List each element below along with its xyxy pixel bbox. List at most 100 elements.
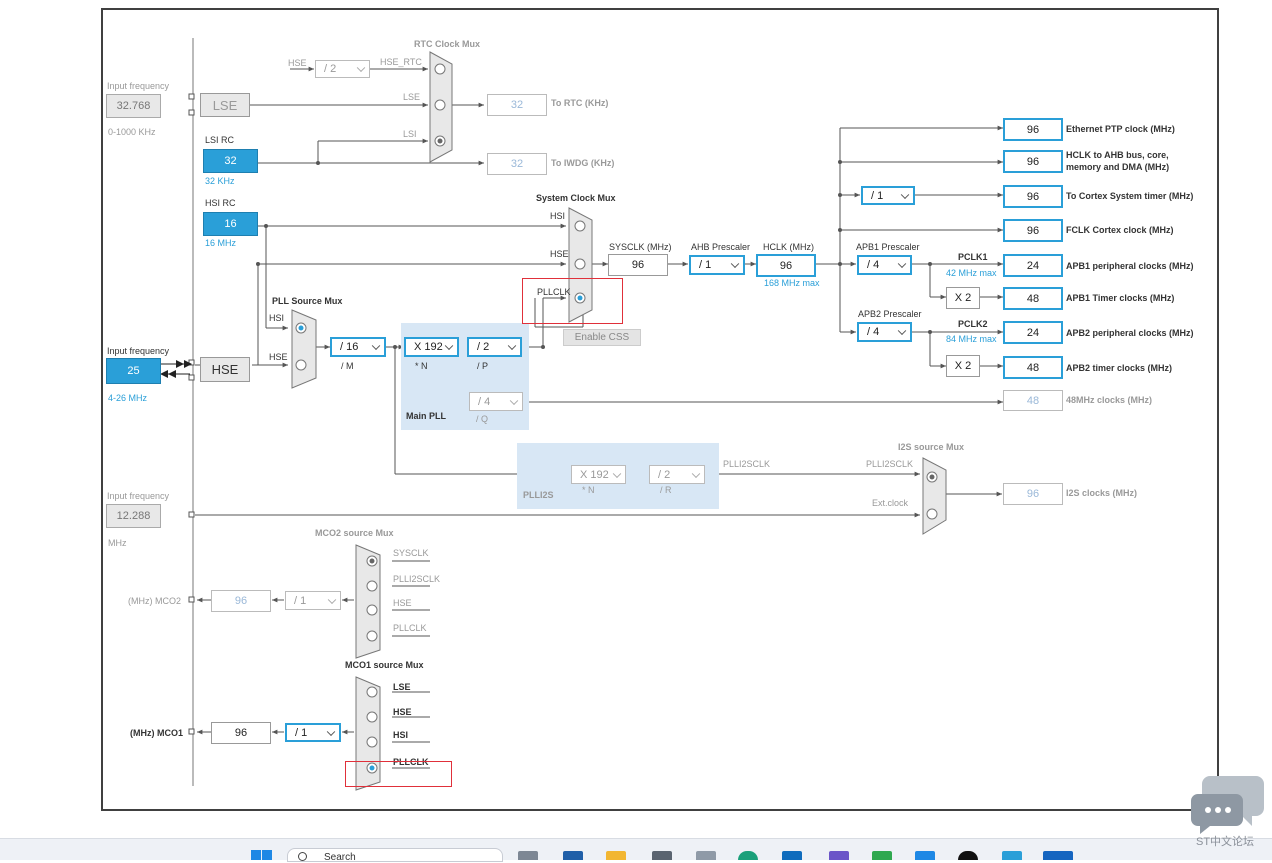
lse-input-range: 0-1000 KHz	[108, 127, 156, 137]
apb1-periph-label: APB1 peripheral clocks (MHz)	[1066, 261, 1194, 271]
cortex-timer-value[interactable]: 96	[1003, 185, 1063, 208]
mco1-mux-title: MCO1 source Mux	[345, 660, 424, 670]
plli2s-out-label: PLLI2SCLK	[723, 459, 771, 469]
rtc-hse-rtc-label: HSE_RTC	[380, 57, 422, 67]
apb1-timer-multiplier: X 2	[946, 287, 980, 309]
rtc-lse-label: LSE	[403, 92, 421, 102]
rtc-hse-divider-select[interactable]: / 2	[315, 60, 370, 78]
rtc-output-label: To RTC (KHz)	[551, 98, 609, 108]
mco2-opt-hse: HSE	[393, 598, 412, 608]
mco1-opt-hsi: HSI	[393, 730, 409, 740]
pll-m-label: / M	[341, 361, 354, 371]
sysclk-pll-highlight	[522, 278, 623, 324]
pll-q-label: / Q	[476, 414, 489, 424]
mco2-output-label: (MHz) MCO2	[128, 596, 181, 606]
mco1-opt-hse: HSE	[393, 707, 412, 717]
plli2s-n-select[interactable]: X 192	[571, 465, 626, 484]
mco1-pll-highlight	[345, 761, 452, 787]
apb2-timer-label: APB2 timer clocks (MHz)	[1066, 363, 1173, 373]
ext-input-title: Input frequency	[107, 491, 170, 501]
pll-source-hse-label: HSE	[269, 352, 288, 362]
lsi-rc-value[interactable]: 32	[203, 149, 258, 173]
chat-bubble-icon[interactable]	[1190, 772, 1266, 834]
hse-input-range: 4-26 MHz	[108, 393, 148, 403]
ahb-prescaler-select[interactable]: / 1	[689, 255, 745, 275]
rtc-output-value[interactable]: 32	[487, 94, 547, 116]
fclk-value[interactable]: 96	[1003, 219, 1063, 242]
apb1-prescaler-select[interactable]: / 4	[857, 255, 912, 275]
mco2-opt-sysclk: SYSCLK	[393, 548, 429, 558]
sysclk-value[interactable]: 96	[608, 254, 668, 276]
apb1-prescaler-label: APB1 Prescaler	[856, 242, 920, 252]
apb1-periph-value[interactable]: 24	[1003, 254, 1063, 277]
rtc-mux-title: RTC Clock Mux	[414, 39, 481, 49]
hclk-ahb-label-line2: memory and DMA (MHz)	[1066, 162, 1170, 172]
hsi-rc-value[interactable]: 16	[203, 212, 258, 236]
system-clock-mux-title: System Clock Mux	[536, 193, 616, 203]
hclk-value[interactable]: 96	[756, 254, 816, 277]
fclk-label: FCLK Cortex clock (MHz)	[1066, 225, 1174, 235]
pll-n-multiplier-select[interactable]: X 192	[404, 337, 459, 357]
ethernet-ptp-value[interactable]: 96	[1003, 118, 1063, 141]
taskbar-search-text: Search	[324, 852, 356, 863]
sysmux-hse-label: HSE	[550, 249, 569, 259]
i2s-mux-title: I2S source Mux	[898, 442, 965, 452]
pll-p-divider-select[interactable]: / 2	[467, 337, 522, 357]
usb48-label: 48MHz clocks (MHz)	[1066, 395, 1153, 405]
apb1-timer-value[interactable]: 48	[1003, 287, 1063, 310]
hclk-max: 168 MHz max	[764, 278, 820, 288]
hse-input-title: Input frequency	[107, 346, 170, 356]
mco2-value[interactable]: 96	[211, 590, 271, 612]
apb1-timer-label: APB1 Timer clocks (MHz)	[1066, 293, 1175, 303]
pll-m-divider-select[interactable]: / 16	[330, 337, 386, 357]
pll-q-divider-select[interactable]: / 4	[469, 392, 523, 411]
ahb-prescaler-label: AHB Prescaler	[691, 242, 751, 252]
lse-input-title: Input frequency	[107, 81, 170, 91]
plli2s-n-label: * N	[582, 485, 595, 495]
i2s-mux-plli2s-label: PLLI2SCLK	[866, 459, 914, 469]
pll-p-label: / P	[477, 361, 489, 371]
mco1-divider-select[interactable]: / 1	[285, 723, 341, 742]
mco2-divider-select[interactable]: / 1	[285, 591, 341, 610]
apb2-timer-multiplier: X 2	[946, 355, 980, 377]
lsi-rc-title: LSI RC	[205, 135, 235, 145]
ext-input-frequency[interactable]: 12.288	[106, 504, 161, 528]
rtc-lsi-label: LSI	[403, 129, 417, 139]
usb48-value[interactable]: 48	[1003, 390, 1063, 411]
cortex-timer-divider-select[interactable]: / 1	[861, 186, 915, 205]
plli2s-r-select[interactable]: / 2	[649, 465, 705, 484]
hse-source[interactable]: HSE	[200, 357, 250, 382]
mco2-opt-pllclk: PLLCLK	[393, 623, 427, 633]
sysclk-label: SYSCLK (MHz)	[609, 242, 672, 252]
lse-input-frequency[interactable]: 32.768	[106, 94, 161, 118]
pclk2-label: PCLK2	[958, 319, 988, 329]
pll-n-label: * N	[415, 361, 428, 371]
apb2-timer-value[interactable]: 48	[1003, 356, 1063, 379]
ext-input-unit: MHz	[108, 538, 127, 548]
ethernet-ptp-label: Ethernet PTP clock (MHz)	[1066, 124, 1175, 134]
enable-css-button[interactable]: Enable CSS	[563, 329, 641, 346]
hsi-rc-unit: 16 MHz	[205, 238, 237, 248]
hclk-ahb-value[interactable]: 96	[1003, 150, 1063, 173]
mco2-mux-title: MCO2 source Mux	[315, 528, 394, 538]
hsi-rc-title: HSI RC	[205, 198, 236, 208]
pll-source-mux-title: PLL Source Mux	[272, 296, 343, 306]
plli2s-r-label: / R	[660, 485, 672, 495]
mco1-value[interactable]: 96	[211, 722, 271, 744]
i2s-clock-value[interactable]: 96	[1003, 483, 1063, 505]
iwdg-output-value[interactable]: 32	[487, 153, 547, 175]
taskbar-search-box[interactable]: Search	[287, 848, 503, 863]
iwdg-output-label: To IWDG (KHz)	[551, 158, 615, 168]
lsi-rc-unit: 32 KHz	[205, 176, 235, 186]
apb2-prescaler-label: APB2 Prescaler	[858, 309, 922, 319]
windows-taskbar: Search ST中文论坛	[0, 837, 1272, 863]
apb2-periph-value[interactable]: 24	[1003, 321, 1063, 344]
plli2s-title: PLLI2S	[523, 490, 554, 500]
lse-source[interactable]: LSE	[200, 93, 250, 117]
hse-input-frequency[interactable]: 25	[106, 358, 161, 384]
search-icon	[298, 852, 307, 861]
pll-source-hsi-label: HSI	[269, 313, 285, 323]
pclk1-max: 42 MHz max	[946, 268, 997, 278]
mco1-opt-lse: LSE	[393, 682, 411, 692]
apb2-prescaler-select[interactable]: / 4	[857, 322, 912, 342]
